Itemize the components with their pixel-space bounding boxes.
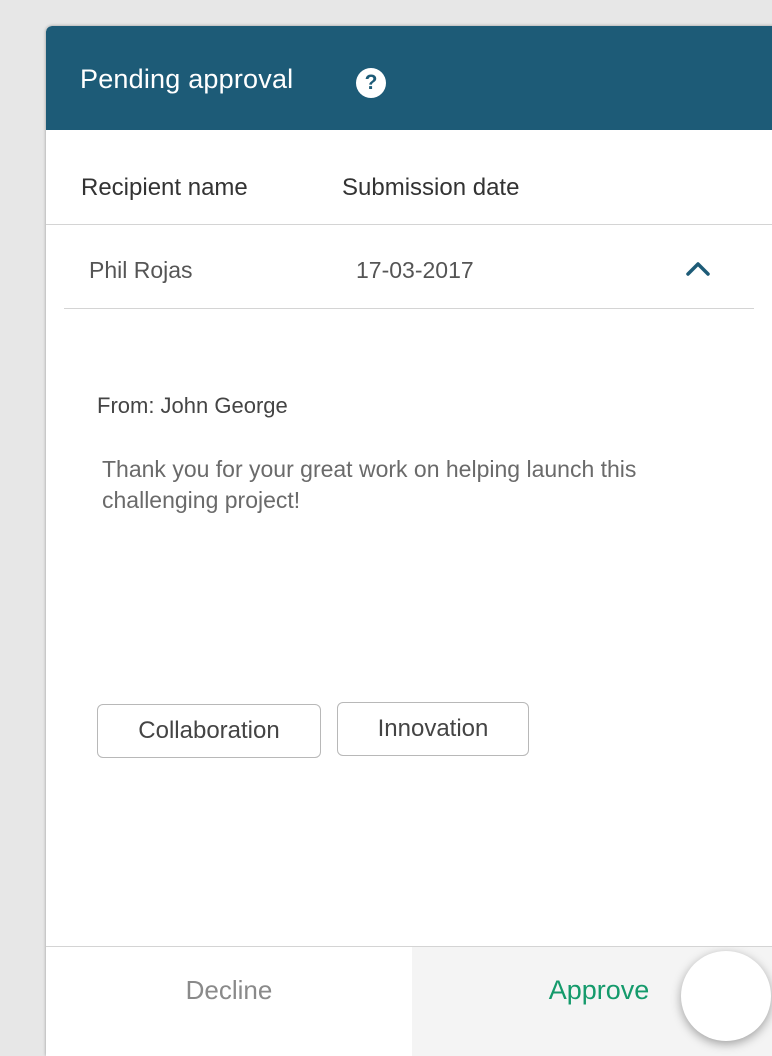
touch-indicator — [681, 951, 771, 1041]
approve-label: Approve — [548, 974, 650, 1005]
card-header: Pending approval ? — [46, 26, 772, 130]
tag-innovation[interactable]: Innovation — [337, 702, 529, 756]
page-title: Pending approval — [80, 64, 294, 94]
tag-collaboration[interactable]: Collaboration — [97, 704, 321, 758]
recipient-name: Phil Rojas — [89, 257, 193, 283]
decline-button[interactable]: Decline — [46, 947, 412, 1056]
chevron-up-icon[interactable] — [682, 256, 714, 280]
row-divider — [64, 308, 754, 309]
column-header-submission-date: Submission date — [342, 174, 520, 201]
message-text: Thank you for your great work on helping… — [102, 456, 637, 513]
pending-approval-card: Pending approval ? Recipient name Submis… — [46, 26, 772, 1056]
column-header-recipient-name: Recipient name — [81, 174, 248, 201]
submission-date: 17-03-2017 — [356, 257, 474, 283]
approve-button[interactable]: Approve — [412, 947, 772, 1056]
sender-line: From: John George — [97, 393, 288, 418]
help-icon[interactable]: ? — [356, 68, 386, 98]
header-divider — [46, 224, 772, 225]
